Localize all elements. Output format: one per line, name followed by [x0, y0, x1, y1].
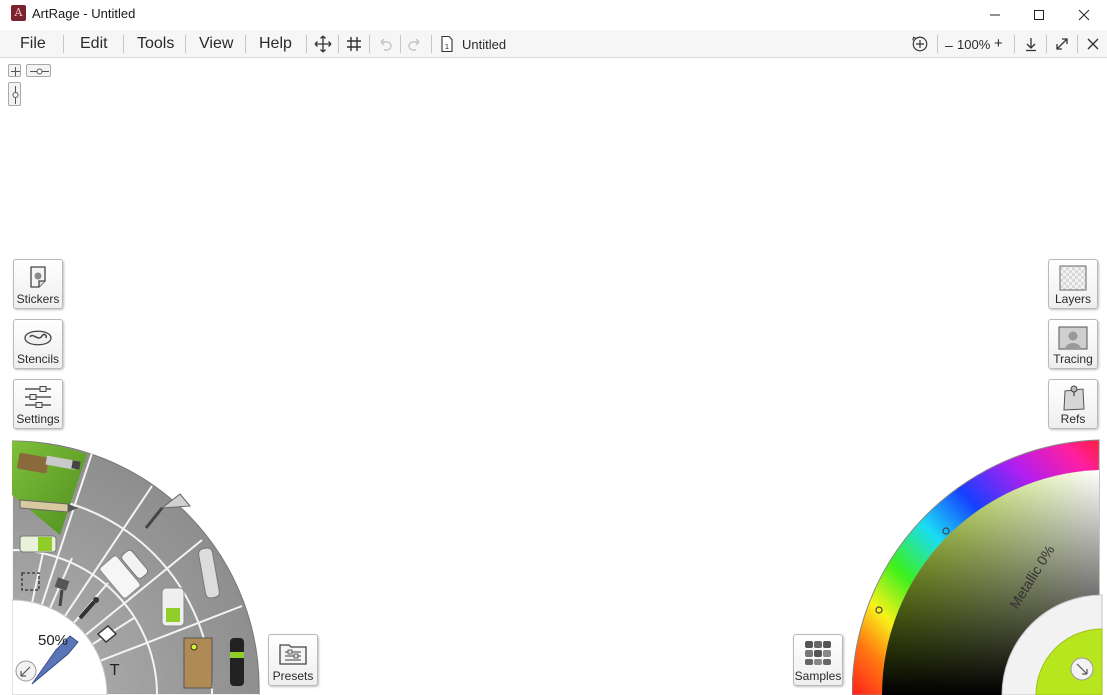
vertical-slider-control[interactable]: [8, 82, 21, 106]
title-bar: A ArtRage - Untitled: [0, 0, 1107, 30]
arrow-down-icon: [1026, 38, 1036, 52]
redo-button[interactable]: [404, 34, 426, 54]
layers-icon: [1059, 265, 1087, 291]
move-arrows-icon: [314, 35, 332, 53]
layers-button[interactable]: Layers: [1048, 259, 1098, 309]
close-document-button[interactable]: [1082, 34, 1104, 54]
crosshair-icon: [11, 67, 20, 76]
menu-tools[interactable]: Tools: [137, 35, 174, 55]
menu-separator: [1014, 35, 1015, 53]
collapse-panels-button[interactable]: [1020, 34, 1042, 54]
rotate-canvas-icon: [912, 36, 928, 52]
svg-text:T: T: [109, 661, 120, 679]
minimize-button[interactable]: [972, 0, 1018, 30]
zoom-out-button[interactable]: –: [945, 36, 953, 56]
maximize-button[interactable]: [1016, 0, 1062, 30]
canvas-position-control[interactable]: [8, 64, 21, 77]
svg-text:1: 1: [445, 43, 449, 51]
samples-label: Samples: [794, 669, 842, 683]
grid-icon: [347, 37, 361, 51]
minimize-icon: [990, 14, 1000, 16]
window-title: ArtRage - Untitled: [32, 6, 136, 21]
flat-brush-icon[interactable]: [183, 637, 213, 689]
zoom-level[interactable]: 100%: [957, 37, 990, 52]
menu-edit[interactable]: Edit: [80, 35, 108, 55]
menu-separator: [400, 35, 401, 53]
text-tool-icon[interactable]: T: [109, 661, 120, 679]
rotate-canvas-button[interactable]: [908, 34, 932, 54]
menu-separator: [431, 35, 432, 53]
document-title[interactable]: Untitled: [462, 37, 506, 52]
document-button[interactable]: 1: [436, 34, 458, 54]
tracing-button[interactable]: Tracing: [1048, 319, 1098, 369]
presets-button[interactable]: Presets: [268, 634, 318, 686]
menu-separator: [1077, 35, 1078, 53]
samples-button[interactable]: Samples: [793, 634, 843, 686]
app-logo: A: [11, 5, 26, 21]
slider-icon: [12, 86, 19, 104]
fullscreen-button[interactable]: [1051, 34, 1073, 54]
color-picker[interactable]: [852, 438, 1107, 695]
menu-file[interactable]: File: [20, 35, 46, 55]
document-icon: 1: [441, 35, 453, 53]
pinned-note-icon: [1063, 385, 1085, 411]
menu-separator: [1046, 35, 1047, 53]
settings-button[interactable]: Settings: [13, 379, 63, 429]
tracing-image-icon: [1058, 326, 1088, 350]
menu-separator: [306, 35, 307, 53]
tool-wheel[interactable]: T: [12, 438, 262, 695]
menu-separator: [369, 35, 370, 53]
close-icon: [1078, 9, 1090, 21]
undo-icon: [380, 38, 392, 51]
slider-icon: [30, 68, 49, 75]
close-window-button[interactable]: [1061, 0, 1107, 30]
stickers-label: Stickers: [16, 292, 60, 306]
tracing-label: Tracing: [1053, 352, 1093, 366]
artrage-window: A ArtRage - Untitled File Edit Tools Vie…: [0, 0, 1107, 695]
folder-icon: [279, 644, 307, 665]
menu-separator: [937, 35, 938, 53]
refs-button[interactable]: Refs: [1048, 379, 1098, 429]
horizontal-slider-control[interactable]: [26, 64, 51, 77]
menu-separator: [123, 35, 124, 53]
stencils-label: Stencils: [16, 352, 60, 366]
layers-label: Layers: [1054, 292, 1092, 306]
sliders-icon: [25, 386, 51, 408]
menu-separator: [245, 35, 246, 53]
redo-icon: [408, 38, 420, 51]
close-icon: [1087, 38, 1099, 50]
undo-button[interactable]: [374, 34, 396, 54]
refs-label: Refs: [1060, 412, 1086, 426]
sticker-icon: [30, 266, 46, 288]
settings-label: Settings: [16, 412, 60, 426]
move-canvas-button[interactable]: [312, 34, 334, 54]
paint-tube-icon[interactable]: [19, 535, 57, 553]
presets-label: Presets: [272, 669, 314, 683]
color-samples-icon: [805, 641, 831, 665]
zoom-in-button[interactable]: +: [994, 35, 1003, 55]
menu-view[interactable]: View: [199, 35, 233, 55]
menu-separator: [185, 35, 186, 53]
maximize-icon: [1034, 10, 1044, 20]
brush-size-value[interactable]: 50%: [38, 632, 68, 649]
stencil-icon: [24, 330, 52, 346]
grid-button[interactable]: [343, 34, 365, 54]
stencils-button[interactable]: Stencils: [13, 319, 63, 369]
expand-icon: [1056, 38, 1068, 50]
menu-separator: [338, 35, 339, 53]
glitter-tube-icon[interactable]: [161, 587, 185, 627]
menu-separator: [63, 35, 64, 53]
menu-help[interactable]: Help: [259, 35, 292, 55]
menu-bar: File Edit Tools View Help 1 Untitled – 1…: [0, 30, 1107, 58]
stickers-button[interactable]: Stickers: [13, 259, 63, 309]
ink-pen-icon[interactable]: [230, 638, 244, 686]
